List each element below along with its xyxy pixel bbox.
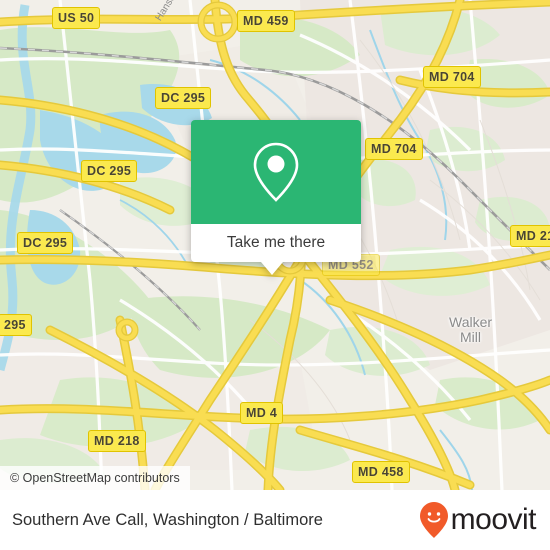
callout-image-panel	[191, 120, 361, 224]
road-shield: MD 214	[510, 225, 550, 247]
road-shield: MD 459	[237, 10, 295, 32]
road-shield: DC 295	[155, 87, 212, 109]
road-shield: MD 4	[240, 402, 284, 424]
moovit-smiley-pin-icon	[419, 502, 448, 538]
road-shield: MD 218	[88, 430, 146, 452]
moovit-wordmark: moovit	[450, 503, 537, 536]
map-canvas[interactable]: US 50 MD 459 MD 704 DC 295 MD 704 DC 295 DC 29…	[0, 0, 550, 490]
road-shield: MD 704	[365, 138, 423, 160]
map-attribution[interactable]: © OpenStreetMap contributors	[0, 466, 190, 490]
road-shield: MD 704	[423, 66, 481, 88]
map-pin-icon	[253, 142, 299, 202]
destination-callout-card[interactable]: Take me there	[191, 120, 361, 275]
callout-pointer-tail	[261, 262, 283, 275]
road-shield: DC 295	[17, 232, 74, 254]
take-me-there-label: Take me there	[226, 234, 326, 251]
footer-bar: Southern Ave Call, Washington / Baltimor…	[0, 490, 550, 550]
moovit-logo[interactable]: moovit	[419, 501, 537, 539]
road-shield: DC 295	[81, 160, 138, 182]
road-shield: US 50	[52, 7, 101, 29]
screenshot-root: US 50 MD 459 MD 704 DC 295 MD 704 DC 295 DC 29…	[0, 0, 550, 550]
callout-action-panel[interactable]: Take me there	[191, 224, 361, 275]
place-label: Walker Mill	[449, 314, 493, 346]
road-shield: 295	[0, 314, 32, 336]
location-title: Southern Ave Call, Washington / Baltimor…	[12, 510, 323, 529]
road-shield: MD 458	[352, 461, 410, 483]
